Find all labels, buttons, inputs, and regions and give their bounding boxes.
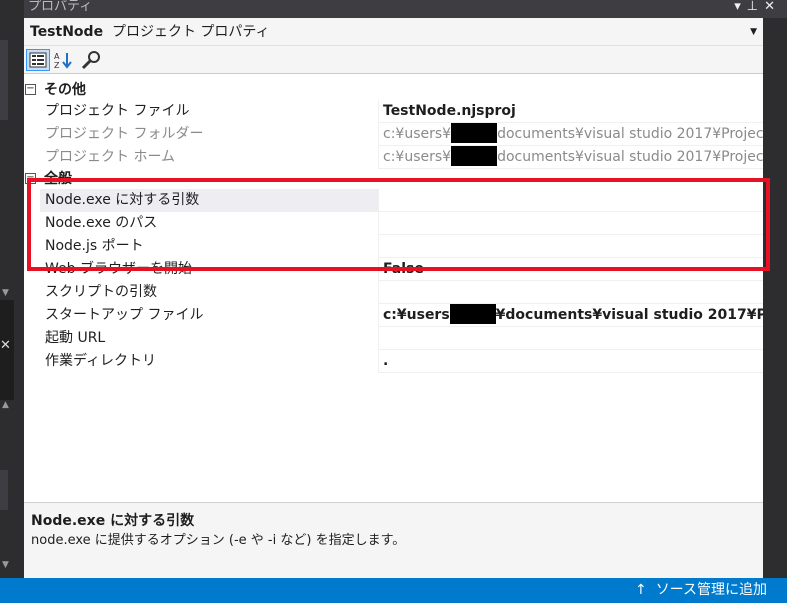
property-value[interactable]: . xyxy=(380,350,763,373)
property-name: Web ブラウザーを開始 xyxy=(40,258,379,281)
property-value[interactable]: c:¥users¥documents¥visual studio 2017¥Pr… xyxy=(380,123,763,146)
scroll-down-icon[interactable]: ▼ xyxy=(2,560,9,570)
property-grid: − その他 プロジェクト ファイル TestNode.njsproj プロジェク… xyxy=(24,80,763,373)
wrench-icon xyxy=(81,51,100,70)
categorized-button[interactable] xyxy=(26,49,50,71)
alphabetical-icon: A Z xyxy=(54,52,72,69)
category-label: 全般 xyxy=(44,171,72,187)
properties-panel: TestNode プロジェクト プロパティ ▼ A Z − その他 プロジェクト… xyxy=(24,18,763,578)
property-value[interactable]: False xyxy=(380,258,763,281)
right-dock-strip xyxy=(763,18,787,578)
property-row-node-port[interactable]: Node.js ポート xyxy=(24,235,763,258)
categorized-icon xyxy=(29,52,47,68)
collapse-icon[interactable]: − xyxy=(25,84,36,95)
left-dock-strip: ▼ ✕ ▲ ▼ xyxy=(0,0,24,578)
pin-icon[interactable]: ⊥ xyxy=(747,0,764,14)
property-value[interactable]: TestNode.njsproj xyxy=(380,100,763,123)
close-icon[interactable]: ✕ xyxy=(0,338,11,353)
description-text: node.exe に提供するオプション (-e や -i など) を指定します。 xyxy=(31,533,406,548)
category-other[interactable]: − その他 xyxy=(24,80,763,100)
redaction-box xyxy=(449,304,496,324)
chevron-down-icon[interactable]: ▼ xyxy=(750,18,757,46)
category-general[interactable]: − 全般 xyxy=(24,169,763,189)
svg-text:A: A xyxy=(54,52,60,61)
property-row-working-dir[interactable]: 作業ディレクトリ . xyxy=(24,350,763,373)
redaction-box xyxy=(451,146,498,166)
property-row-script-args[interactable]: スクリプトの引数 xyxy=(24,281,763,304)
description-title: Node.exe に対する引数 xyxy=(31,513,195,529)
property-name: Node.exe のパス xyxy=(40,212,379,235)
property-row-project-folder[interactable]: プロジェクト フォルダー c:¥users¥ documents¥visual s… xyxy=(24,123,763,146)
property-row-project-file[interactable]: プロジェクト ファイル TestNode.njsproj xyxy=(24,100,763,123)
category-label: その他 xyxy=(44,82,86,98)
property-row-node-args[interactable]: Node.exe に対する引数 xyxy=(24,189,763,212)
property-name: Node.js ポート xyxy=(40,235,379,258)
collapse-icon[interactable]: − xyxy=(25,173,36,184)
property-row-project-home[interactable]: プロジェクト ホーム c:¥users¥ documents¥visual stu… xyxy=(24,146,763,169)
object-type: プロジェクト プロパティ xyxy=(111,24,270,40)
property-value[interactable]: c:¥users¥documents¥visual studio 2017¥Pr… xyxy=(380,304,763,327)
svg-text:Z: Z xyxy=(54,61,60,69)
property-name: 起動 URL xyxy=(40,327,379,350)
left-scrollbar-lower[interactable] xyxy=(0,470,8,510)
arrow-up-icon: ↑ xyxy=(635,582,647,598)
property-row-start-browser[interactable]: Web ブラウザーを開始 False xyxy=(24,258,763,281)
add-to-source-control-button[interactable]: ↑ ソース管理に追加 xyxy=(635,578,767,603)
object-selector[interactable]: TestNode プロジェクト プロパティ ▼ xyxy=(24,18,763,46)
property-value[interactable] xyxy=(380,212,763,235)
property-name: スクリプトの引数 xyxy=(40,281,379,304)
visual-studio-frame: ▼ ✕ ▲ ▼ プロパティ ▾⊥✕ TestNode プロジェクト プロパティ … xyxy=(0,0,787,603)
property-value[interactable] xyxy=(380,189,763,212)
scroll-down-icon[interactable]: ▼ xyxy=(2,288,9,298)
dropdown-icon[interactable]: ▾ xyxy=(734,0,747,14)
description-pane: Node.exe に対する引数 node.exe に提供するオプション (-e … xyxy=(24,502,763,578)
property-value[interactable] xyxy=(380,281,763,304)
property-name: プロジェクト ファイル xyxy=(40,100,379,123)
property-row-node-path[interactable]: Node.exe のパス xyxy=(24,212,763,235)
property-name: プロジェクト ホーム xyxy=(40,146,379,169)
window-title: プロパティ xyxy=(28,0,93,14)
left-scrollbar[interactable] xyxy=(0,40,8,120)
scroll-up-icon[interactable]: ▲ xyxy=(2,400,9,410)
close-icon[interactable]: ✕ xyxy=(764,0,781,14)
property-value[interactable] xyxy=(380,235,763,258)
property-name: スタートアップ ファイル xyxy=(40,304,379,327)
property-name: プロジェクト フォルダー xyxy=(40,123,379,146)
property-value[interactable] xyxy=(380,327,763,350)
object-name: TestNode xyxy=(30,24,104,40)
source-control-label: ソース管理に追加 xyxy=(655,582,767,598)
property-pages-button[interactable] xyxy=(79,49,103,71)
alphabetical-button[interactable]: A Z xyxy=(51,49,75,71)
property-name: Node.exe に対する引数 xyxy=(40,189,379,212)
property-row-startup-file[interactable]: スタートアップ ファイル c:¥users ¥documents¥visual s… xyxy=(24,304,763,327)
property-name: 作業ディレクトリ xyxy=(40,350,379,373)
status-bar: ↑ ソース管理に追加 xyxy=(0,578,787,603)
property-row-launch-url[interactable]: 起動 URL xyxy=(24,327,763,350)
property-value[interactable]: c:¥users¥documents¥visual studio 2017¥Pr… xyxy=(380,146,763,169)
properties-title-bar[interactable]: プロパティ ▾⊥✕ xyxy=(24,0,787,18)
redaction-box xyxy=(451,123,498,143)
properties-toolbar: A Z xyxy=(24,46,763,74)
